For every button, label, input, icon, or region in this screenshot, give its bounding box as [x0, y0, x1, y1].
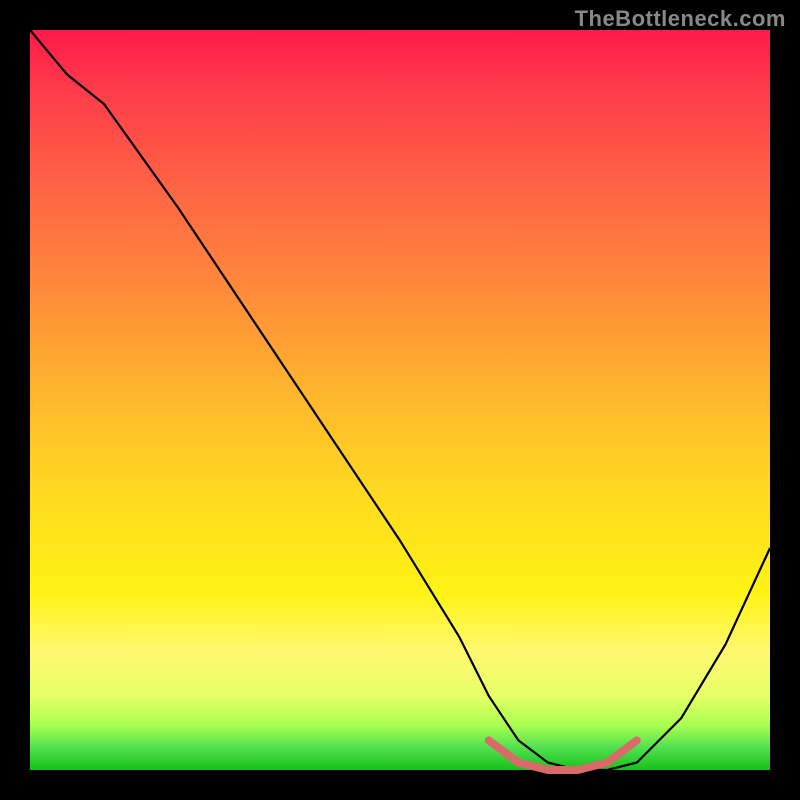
watermark-text: TheBottleneck.com: [575, 6, 786, 32]
curve-svg: [30, 30, 770, 770]
bottleneck-curve-line: [30, 30, 770, 770]
plot-area: [30, 30, 770, 770]
chart-frame: TheBottleneck.com: [0, 0, 800, 800]
